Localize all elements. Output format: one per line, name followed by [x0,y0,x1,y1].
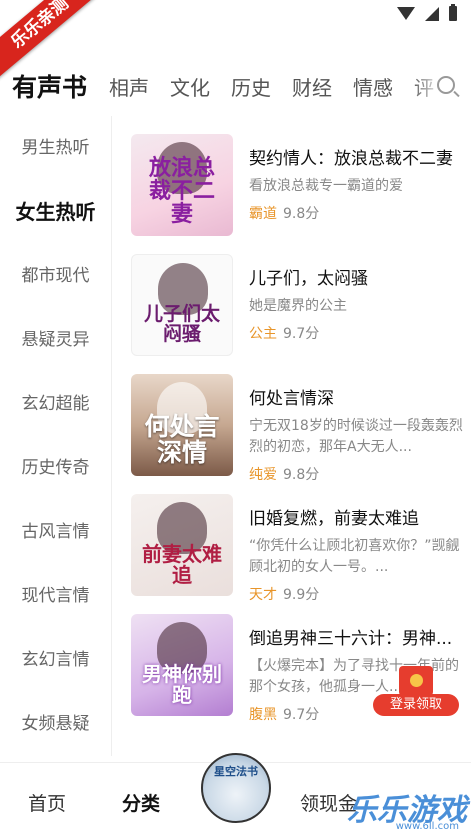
coin-icon [410,674,423,687]
list-item[interactable]: 前妻太难追 旧婚复燃，前妻太难追 “你凭什么让顾北初喜欢你？”觊觎顾北初的女人一… [131,494,466,614]
center-app-button[interactable]: 星空法书 [201,753,271,823]
tab-audiobook[interactable]: 有声书 [12,68,87,104]
tab-emotion[interactable]: 情感 [353,72,393,101]
book-desc: “你凭什么让顾北初喜欢你？”觊觎顾北初的女人一号。... [249,538,460,575]
book-cover: 何处言深情 [131,374,233,476]
book-tag: 公主 [249,326,277,342]
book-cover: 男神你别跑 [131,614,233,716]
bottom-nav: 首页 分类 星空法书 领现金 乐乐游戏 www.6ll.com [0,753,471,837]
battery-icon [449,4,457,21]
list-item[interactable]: 放浪总裁不二妻 契约情人：放浪总裁不二妻 看放浪总裁专一霸道的爱 霸道 9.8分 [131,134,466,254]
category-tabs: 有声书 相声 文化 历史 财经 情感 评 [0,60,471,112]
book-desc: 看放浪总裁专一霸道的爱 [249,178,403,194]
book-cover: 前妻太难追 [131,494,233,596]
sidebar-item-ancient-romance[interactable]: 古风言情 [0,500,111,564]
tab-culture[interactable]: 文化 [170,72,210,101]
book-title: 儿子们，太闷骚 [249,269,368,289]
tab-history[interactable]: 历史 [231,72,271,101]
book-tag: 霸道 [249,206,277,222]
red-packet-button[interactable]: 登录领取 [373,666,459,716]
book-tag: 天才 [249,587,277,603]
nav-home[interactable]: 首页 [28,789,66,816]
center-app-label: 星空法书 [214,765,258,778]
list-item[interactable]: 何处言深情 何处言情深 宁无双18岁的时候谈过一段轰轰烈烈的初恋，那年A大无人.… [131,374,466,494]
tab-finance[interactable]: 财经 [292,72,332,101]
wifi-icon [397,7,415,20]
red-packet-label: 登录领取 [373,694,459,716]
book-cover: 放浪总裁不二妻 [131,134,233,236]
book-score: 9.8分 [283,206,320,222]
book-title: 契约情人：放浪总裁不二妻 [249,149,453,169]
book-title: 何处言情深 [249,389,334,409]
sidebar-item-fantasy-romance[interactable]: 玄幻言情 [0,628,111,692]
sidebar-item-female-hot[interactable]: 女生热听 [0,180,111,244]
book-title: 倒追男神三十六计：男神... [249,629,453,649]
book-desc: 宁无双18岁的时候谈过一段轰轰烈烈的初恋，那年A大无人... [249,418,463,455]
sidebar-item-fantasy-power[interactable]: 玄幻超能 [0,372,111,436]
sidebar-item-history-legend[interactable]: 历史传奇 [0,436,111,500]
sidebar-item-modern-romance[interactable]: 现代言情 [0,564,111,628]
book-score: 9.8分 [283,467,320,483]
watermark-url: www.6ll.com [395,821,459,832]
sidebar: 男生热听 女生热听 都市现代 悬疑灵异 玄幻超能 历史传奇 古风言情 现代言情 … [0,116,112,756]
sidebar-item-male-hot[interactable]: 男生热听 [0,116,111,180]
search-icon[interactable] [437,76,455,94]
sidebar-item-suspense[interactable]: 悬疑灵异 [0,308,111,372]
sidebar-item-female-suspense[interactable]: 女频悬疑 [0,692,111,756]
book-desc: 她是魔界的公主 [249,298,347,314]
nav-category[interactable]: 分类 [122,789,160,816]
sidebar-item-urban[interactable]: 都市现代 [0,244,111,308]
book-score: 9.7分 [283,707,320,723]
list-item[interactable]: 儿子们太闷骚 儿子们，太闷骚 她是魔界的公主 公主 9.7分 [131,254,466,374]
book-tag: 纯爱 [249,467,277,483]
book-list: 放浪总裁不二妻 契约情人：放浪总裁不二妻 看放浪总裁专一霸道的爱 霸道 9.8分 … [131,134,466,734]
signal-icon [425,6,439,21]
book-score: 9.9分 [283,587,320,603]
book-cover: 儿子们太闷骚 [131,254,233,356]
book-score: 9.7分 [283,326,320,342]
book-tag: 腹黑 [249,707,277,723]
book-title: 旧婚复燃，前妻太难追 [249,509,419,529]
tab-crosstalk[interactable]: 相声 [109,72,149,101]
